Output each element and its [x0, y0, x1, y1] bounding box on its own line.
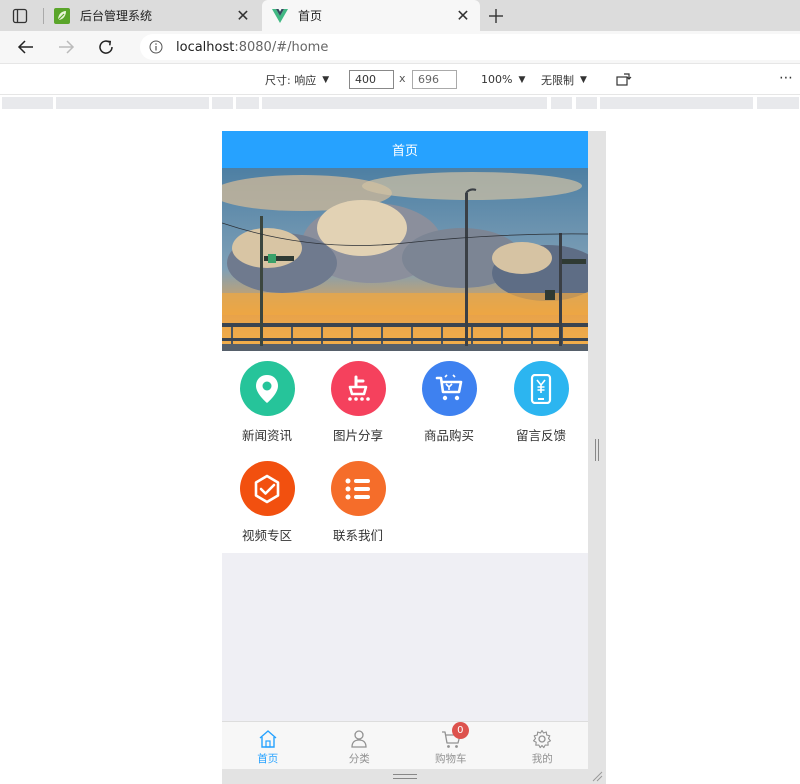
grid-label: 新闻资讯 — [241, 428, 292, 443]
media-query-segment[interactable] — [600, 97, 754, 109]
dianping-icon — [330, 361, 386, 416]
rotate-icon — [616, 72, 632, 86]
bottom-tabbar: 首页 分类 0 购物车 我的 — [222, 721, 588, 769]
url-host: localhost — [176, 39, 235, 55]
tab-actions-icon — [12, 8, 28, 24]
media-query-segment[interactable] — [56, 97, 210, 109]
grid-item-feedback[interactable]: 留言反馈 — [496, 351, 586, 451]
reload-button[interactable] — [94, 35, 118, 59]
tab-title: 后台管理系统 — [80, 9, 153, 23]
zoom-dropdown[interactable]: 100% ▼ — [481, 64, 525, 95]
height-input[interactable]: 696 — [412, 70, 457, 89]
throttle-label: 无限制 — [541, 73, 574, 87]
cart-count-badge: 0 — [451, 722, 469, 739]
info-icon[interactable] — [148, 39, 164, 55]
dimensions-dropdown[interactable]: 尺寸: 响应 ▼ — [265, 64, 329, 95]
check-badge-icon — [239, 461, 295, 516]
width-input[interactable]: 400 — [349, 70, 394, 89]
browser-tab-strip: 后台管理系统 ✕ 首页 ✕ — [0, 0, 800, 31]
list-icon — [330, 461, 386, 516]
media-query-segment[interactable] — [2, 97, 54, 109]
grid-label: 商品购买 — [423, 428, 474, 443]
tabbar-label: 购物车 — [435, 753, 467, 765]
media-query-segment[interactable] — [262, 97, 548, 109]
resize-grip-icon — [595, 439, 599, 461]
arrow-left-icon — [17, 40, 33, 54]
location-pin-icon — [239, 361, 295, 416]
tabbar-label: 我的 — [531, 753, 553, 765]
media-query-segment[interactable] — [551, 97, 573, 109]
tabbar-label: 首页 — [257, 753, 279, 765]
media-query-bar — [0, 96, 800, 111]
browser-tab-admin[interactable]: 后台管理系统 ✕ — [44, 0, 260, 31]
caret-down-icon: ▼ — [518, 74, 526, 85]
resize-grip-bottom[interactable] — [393, 774, 417, 779]
device-toolbar: 尺寸: 响应 ▼ 400 x 696 100% ▼ 无限制 ▼ ⋯ — [0, 63, 800, 95]
times-label: x — [399, 72, 406, 85]
grid-label: 留言反馈 — [515, 428, 566, 443]
tabbar-label: 分类 — [348, 753, 370, 765]
back-button[interactable] — [14, 35, 38, 59]
grid-label: 联系我们 — [332, 528, 383, 543]
grid-item-video[interactable]: 视频专区 — [222, 451, 312, 551]
gear-icon — [531, 728, 553, 750]
url-text: localhost:8080/#/home — [176, 40, 328, 55]
media-query-segment[interactable] — [576, 97, 598, 109]
tabbar-item-mine[interactable]: 我的 — [497, 722, 589, 770]
banner-image[interactable] — [222, 168, 588, 351]
banner-photo — [222, 168, 588, 351]
rotate-button[interactable] — [616, 64, 632, 95]
device-viewport: 首页 新闻资讯 图片分享 商品购买 留言反馈 视频专区 联系我们 首页 分类 0… — [222, 131, 588, 784]
url-path: :8080/#/home — [234, 39, 329, 55]
vue-icon — [272, 8, 288, 24]
mobile-yuan-icon — [513, 361, 569, 416]
person-icon — [348, 728, 370, 750]
media-query-segment[interactable] — [757, 97, 800, 109]
throttle-dropdown[interactable]: 无限制 ▼ — [541, 64, 587, 95]
grid-item-photos[interactable]: 图片分享 — [313, 351, 403, 451]
browser-tab-home[interactable]: 首页 ✕ — [262, 0, 480, 31]
grid-label: 图片分享 — [332, 428, 383, 443]
media-query-segment[interactable] — [212, 97, 234, 109]
tab-title: 首页 — [298, 9, 323, 23]
grid-label: 视频专区 — [241, 528, 292, 543]
media-query-segment[interactable] — [236, 97, 260, 109]
caret-down-icon: ▼ — [580, 74, 587, 85]
app-header: 首页 — [222, 131, 588, 168]
more-options-icon[interactable]: ⋯ — [779, 70, 794, 86]
resize-corner-icon[interactable] — [591, 770, 603, 782]
nav-grid: 新闻资讯 图片分享 商品购买 留言反馈 视频专区 联系我们 — [222, 351, 588, 553]
url-field[interactable]: localhost:8080/#/home — [140, 34, 800, 60]
close-icon[interactable]: ✕ — [452, 5, 474, 27]
address-bar: localhost:8080/#/home — [0, 31, 800, 63]
tabbar-item-category[interactable]: 分类 — [314, 722, 406, 770]
page-title: 首页 — [391, 144, 418, 159]
dimensions-label: 尺寸: 响应 — [265, 73, 317, 87]
tabbar-item-cart[interactable]: 0 购物车 — [405, 722, 497, 770]
new-tab-button[interactable] — [484, 4, 508, 28]
reload-icon — [99, 40, 113, 54]
shopping-cart-icon — [421, 361, 477, 416]
caret-down-icon: ▼ — [322, 74, 330, 85]
home-icon — [257, 728, 279, 750]
leaf-icon — [54, 7, 70, 24]
grid-item-news[interactable]: 新闻资讯 — [222, 351, 312, 451]
plus-icon — [489, 9, 503, 23]
tabbar-item-home[interactable]: 首页 — [222, 722, 314, 770]
grid-item-shopping[interactable]: 商品购买 — [404, 351, 494, 451]
tab-actions-button[interactable] — [6, 5, 34, 27]
grid-item-contact[interactable]: 联系我们 — [313, 451, 403, 551]
arrow-right-icon — [59, 40, 75, 54]
viewport-resize-handle-right[interactable] — [588, 131, 606, 784]
close-icon[interactable]: ✕ — [232, 5, 254, 27]
forward-button[interactable] — [54, 35, 78, 59]
zoom-label: 100% — [481, 73, 513, 86]
cart-icon: 0 — [440, 722, 469, 750]
